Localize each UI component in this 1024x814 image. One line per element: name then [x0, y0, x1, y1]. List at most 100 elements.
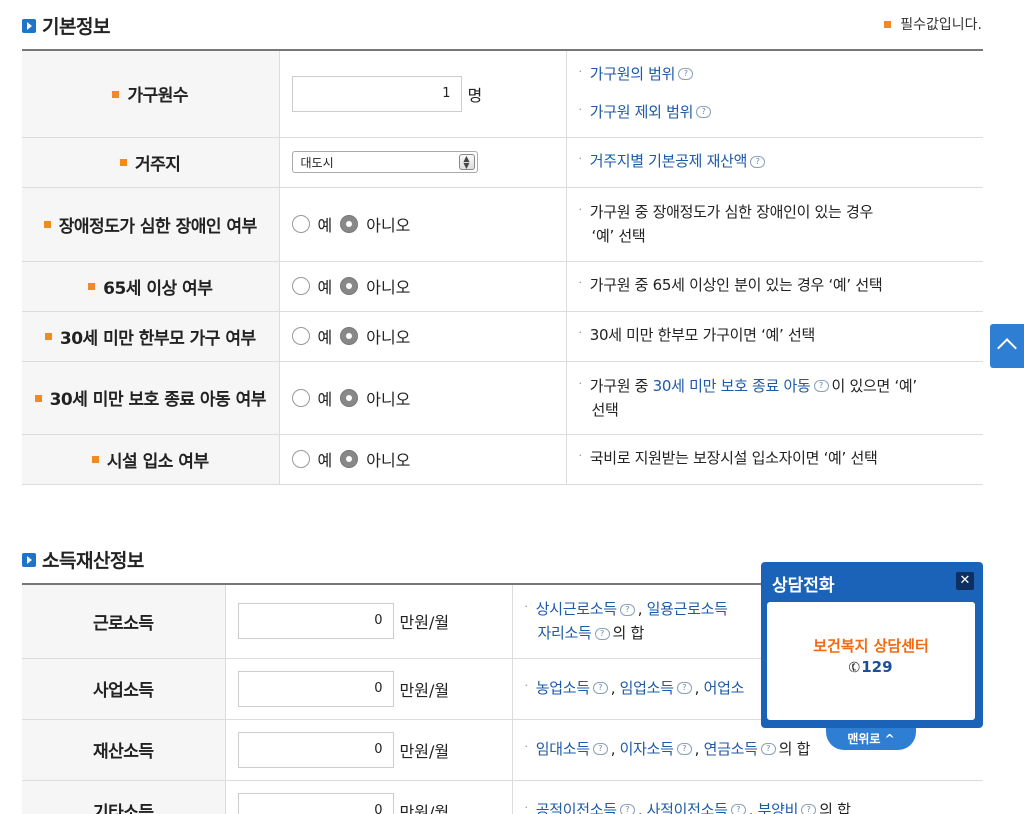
input-cell: 0 만원/월	[225, 658, 513, 720]
row-other-income: 기타소득 0 만원/월 · 공적이전소득?, 사적이전소득?, 부양비? 의 합	[22, 780, 983, 814]
desc-cell: · 거주지별 기본공제 재산액?	[566, 137, 983, 188]
residence-select-value: 대도시	[300, 155, 334, 170]
link-fish-income[interactable]: 어업소	[704, 679, 745, 697]
radio-no[interactable]	[340, 450, 359, 468]
required-dot-icon	[884, 20, 892, 28]
property-income-input[interactable]: 0	[237, 731, 394, 768]
desc-text: 이 있으면 ‘예’	[831, 376, 918, 395]
bullet: ·	[578, 376, 583, 390]
unit-label: 만원/월	[399, 802, 450, 814]
bullet: ·	[578, 152, 583, 165]
radio-no-label: 아니오	[366, 216, 411, 235]
desc-cell: · 30세 미만 한부모 가구이면 ‘예’ 선택	[566, 311, 983, 362]
link-forest-income[interactable]: 임업소득	[620, 679, 674, 697]
other-income-input[interactable]: 0	[237, 792, 394, 814]
help-bubble-icon[interactable]: ?	[750, 155, 766, 168]
required-dot-icon	[44, 333, 52, 340]
consult-center-name: 보건복지 상담센터	[813, 637, 929, 655]
household-size-input[interactable]: 1	[291, 75, 462, 112]
row-residence: 거주지 대도시 ▲ ▼ · 거주지별 기본공제 재산액?	[22, 137, 983, 188]
radio-yes[interactable]	[291, 215, 310, 233]
desc-text: ‘예’ 선택	[591, 227, 646, 245]
label-household-size: 가구원수	[127, 86, 189, 107]
business-income-input[interactable]: 0	[237, 670, 394, 707]
radio-yes[interactable]	[291, 327, 310, 345]
help-bubble-icon[interactable]: ?	[678, 68, 694, 81]
link-rent-income[interactable]: 임대소득	[536, 740, 590, 758]
input-cell: 예 아니오	[279, 311, 567, 362]
help-bubble-icon[interactable]: ?	[801, 804, 817, 814]
required-dot-icon	[88, 283, 96, 290]
label-cell: 65세 이상 여부	[22, 261, 280, 312]
help-bubble-icon[interactable]: ?	[676, 743, 692, 755]
desc-cell: · 가구원 중 65세 이상인 분이 있는 경우 ‘예’ 선택	[566, 261, 983, 312]
basic-info-title: 기본정보	[22, 12, 110, 39]
help-bubble-icon[interactable]: ?	[619, 804, 635, 814]
help-bubble-icon[interactable]: ?	[813, 380, 829, 392]
help-bubble-icon[interactable]: ?	[592, 682, 608, 694]
help-bubble-icon[interactable]: ?	[619, 603, 635, 616]
help-bubble-icon[interactable]: ?	[592, 743, 608, 755]
radio-yes[interactable]	[291, 277, 310, 295]
input-cell: 0 만원/월	[225, 584, 513, 659]
consult-title: 상담전화	[772, 576, 835, 596]
scroll-up-button[interactable]	[990, 324, 1024, 368]
section-arrow-icon	[22, 18, 36, 33]
earned-income-input[interactable]: 0	[237, 603, 394, 640]
link-support-cost[interactable]: 부양비	[758, 801, 799, 814]
bullet: ·	[578, 326, 583, 339]
label-care-leaver: 30세 미만 보호 종료 아동 여부	[49, 390, 267, 410]
radio-yes-label: 예	[317, 389, 333, 409]
desc-text: 의 합	[819, 800, 851, 814]
label-cell: 기타소득	[22, 780, 226, 814]
required-note: 필수값입니다.	[884, 14, 982, 34]
radio-yes[interactable]	[291, 388, 310, 407]
required-dot-icon	[91, 456, 99, 463]
radio-no[interactable]	[340, 277, 359, 295]
link-public-transfer[interactable]: 공적이전소득	[536, 801, 617, 814]
basic-info-title-text: 기본정보	[42, 16, 110, 38]
to-top-button[interactable]: 맨위로 ^	[826, 728, 916, 750]
help-bubble-icon[interactable]: ?	[696, 106, 712, 119]
facility-radio-group: 예 아니오	[291, 447, 566, 471]
link-private-transfer[interactable]: 사적이전소득	[647, 801, 728, 814]
required-dot-icon	[43, 221, 51, 228]
link-care-leaver[interactable]: 30세 미만 보호 종료 아동	[653, 377, 811, 395]
radio-yes[interactable]	[291, 450, 310, 468]
residence-select[interactable]: 대도시 ▲ ▼	[291, 151, 478, 173]
help-bubble-icon[interactable]: ?	[594, 627, 610, 640]
label-disability: 장애정도가 심한 장애인 여부	[58, 216, 257, 237]
select-arrows-icon: ▲ ▼	[458, 154, 475, 170]
basic-info-table: 가구원수 1명 · 가구원의 범위? · 가구원 제외 범위? 거주지 대도시 ▲ ▼ …	[22, 49, 983, 485]
consult-phone[interactable]: ✆129	[767, 658, 975, 678]
link-pension-income[interactable]: 연금소득	[704, 740, 758, 758]
radio-no[interactable]	[340, 388, 359, 407]
link-interest-income[interactable]: 이자소득	[620, 740, 674, 758]
input-cell: 예 아니오	[279, 187, 567, 262]
help-bubble-icon[interactable]: ?	[760, 743, 776, 755]
label-cell: 시설 입소 여부	[22, 434, 280, 485]
radio-no[interactable]	[340, 215, 359, 233]
radio-no[interactable]	[340, 327, 359, 345]
bullet: ·	[578, 276, 583, 289]
unit-label: 만원/월	[399, 741, 450, 761]
link-regular-earned[interactable]: 상시근로소득	[536, 600, 617, 618]
help-bubble-icon[interactable]: ?	[730, 804, 746, 814]
link-job-income[interactable]: 자리소득	[538, 624, 592, 642]
row-household-size: 가구원수 1명 · 가구원의 범위? · 가구원 제외 범위?	[22, 50, 983, 138]
label-facility: 시설 입소 여부	[106, 451, 209, 472]
link-farm-income[interactable]: 농업소득	[536, 679, 590, 697]
input-cell: 0 만원/월	[225, 719, 513, 781]
label-cell: 근로소득	[22, 584, 226, 659]
link-household-range[interactable]: 가구원의 범위	[590, 65, 676, 83]
link-residence-deduction[interactable]: 거주지별 기본공제 재산액	[590, 152, 748, 170]
single-parent-radio-group: 예 아니오	[291, 324, 566, 348]
radio-yes-label: 예	[317, 216, 333, 235]
link-daily-earned[interactable]: 일용근로소득	[647, 600, 728, 618]
help-bubble-icon[interactable]: ?	[676, 682, 692, 694]
close-icon[interactable]: ✕	[956, 572, 974, 590]
input-cell: 예 아니오	[279, 261, 567, 312]
radio-yes-label: 예	[317, 328, 333, 347]
link-household-exclusion[interactable]: 가구원 제외 범위	[590, 103, 694, 121]
row-over-65: 65세 이상 여부 예 아니오 · 가구원 중 65세 이상인 분이 있는 경우 …	[22, 261, 983, 312]
